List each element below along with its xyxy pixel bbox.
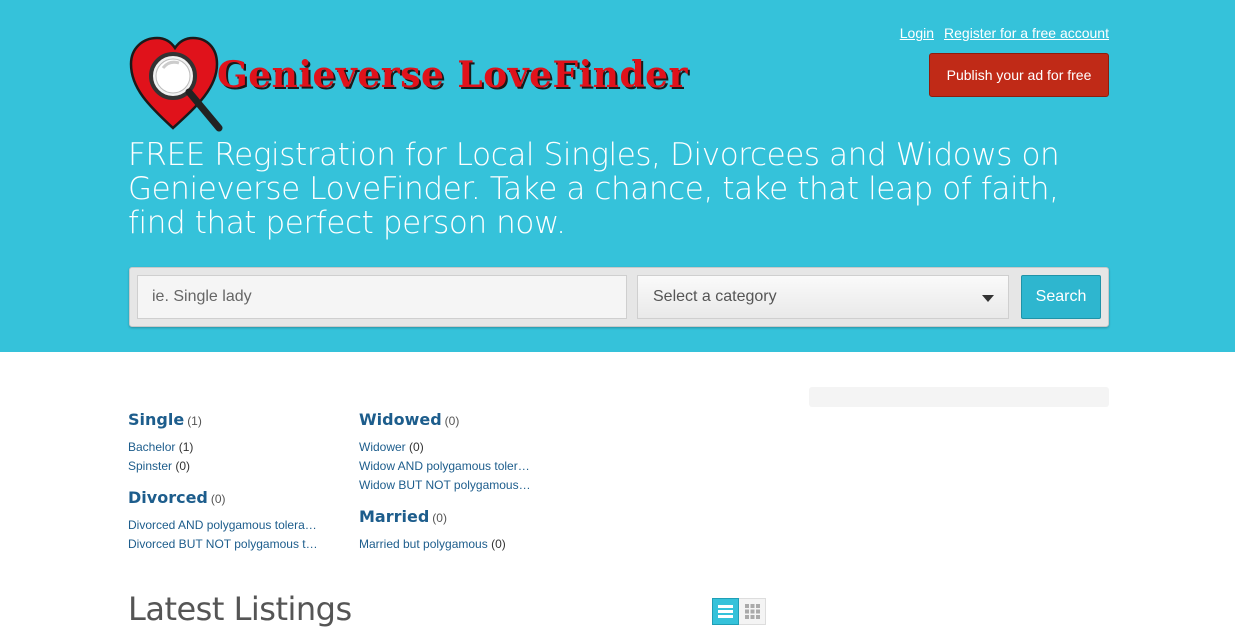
category-divorced: Divorced (0) Divorced AND polygamous tole… — [128, 488, 318, 554]
category-count: (0) — [444, 414, 460, 428]
category-count: (0) — [210, 492, 226, 506]
publish-ad-button[interactable]: Publish your ad for free — [929, 53, 1109, 97]
hero-banner: Genieverse LoveFinder Login Register for … — [0, 0, 1235, 352]
category-column-left: Single (1) Bachelor (1) Spinster (0) Divo… — [128, 410, 318, 566]
category-single: Single (1) Bachelor (1) Spinster (0) — [128, 410, 318, 476]
account-links: Login Register for a free account — [890, 25, 1109, 41]
grid-view-icon — [744, 604, 760, 619]
subcategory-item[interactable]: Bachelor (1) — [128, 438, 318, 457]
category-title-single[interactable]: Single — [128, 410, 184, 429]
subcategory-item[interactable]: Spinster (0) — [128, 457, 318, 476]
category-title-married[interactable]: Married — [359, 507, 429, 526]
list-view-icon — [718, 605, 733, 618]
hero-tagline: FREE Registration for Local Singles, Div… — [128, 137, 1060, 241]
chevron-down-icon — [982, 295, 994, 302]
subcategory-item[interactable]: Married but polygamous (0) — [359, 535, 531, 554]
category-count: (1) — [187, 414, 202, 428]
category-select-label: Select a category — [653, 288, 777, 305]
grid-view-button[interactable] — [739, 598, 766, 625]
subcategory-item[interactable]: Widower (0) — [359, 438, 531, 457]
search-button[interactable]: Search — [1021, 275, 1101, 319]
category-title-widowed[interactable]: Widowed — [359, 410, 442, 429]
subcategory-item[interactable]: Widow BUT NOT polygamous… — [359, 476, 531, 495]
category-married: Married (0) Married but polygamous (0) — [359, 507, 531, 554]
search-bar: Select a category Search — [129, 267, 1109, 327]
category-column-right: Widowed (0) Widower (0) Widow AND polygam… — [359, 410, 531, 566]
logo-text: Genieverse LoveFinder — [217, 54, 688, 96]
login-link[interactable]: Login — [900, 25, 934, 41]
category-count: (0) — [432, 511, 447, 525]
view-toggle — [712, 598, 766, 626]
category-widowed: Widowed (0) Widower (0) Widow AND polygam… — [359, 410, 531, 495]
subcategory-item[interactable]: Divorced AND polygamous tolera… — [128, 516, 318, 535]
register-link[interactable]: Register for a free account — [944, 25, 1109, 41]
category-select[interactable]: Select a category — [637, 275, 1009, 319]
list-view-button[interactable] — [712, 598, 739, 625]
latest-listings-heading: Latest Listings — [128, 590, 352, 628]
search-input[interactable] — [137, 275, 627, 319]
category-title-divorced[interactable]: Divorced — [128, 488, 208, 507]
heart-magnifier-icon — [129, 36, 223, 132]
sidebar-panel — [809, 387, 1109, 407]
subcategory-item[interactable]: Widow AND polygamous toler… — [359, 457, 531, 476]
subcategory-item[interactable]: Divorced BUT NOT polygamous t… — [128, 535, 318, 554]
